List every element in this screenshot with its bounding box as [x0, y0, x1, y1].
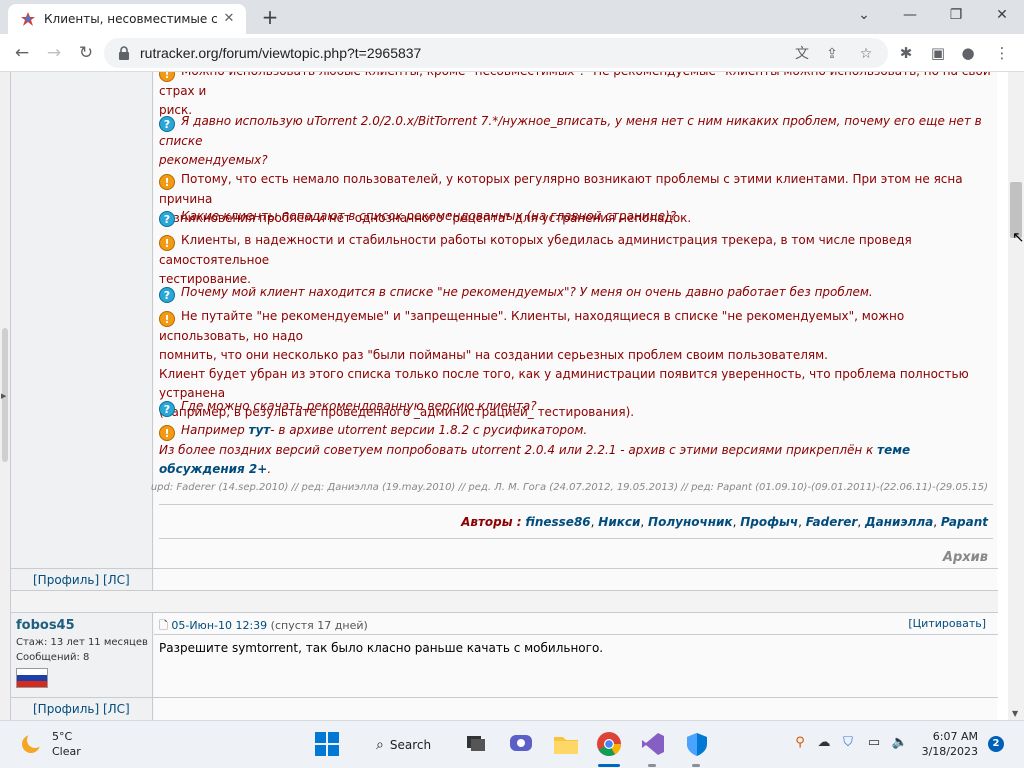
author-column	[11, 72, 153, 590]
share-icon[interactable]: ⇪	[822, 44, 842, 64]
author-link[interactable]: finesse86	[525, 515, 590, 529]
menu-kebab-icon[interactable]: ⋮	[992, 43, 1012, 63]
warning-icon: !	[159, 72, 175, 82]
faq-item-4: ? Где можно скачать рекомендованную верси…	[159, 399, 911, 476]
search-tray-icon[interactable]: ⚲	[790, 735, 810, 750]
clock-time: 6:07 AM	[932, 730, 978, 743]
chrome-icon[interactable]	[596, 731, 624, 759]
notification-badge[interactable]: 2	[988, 736, 1004, 752]
faq-item-2: ? Какие клиенты попадают в список рекомен…	[159, 209, 912, 286]
visual-studio-icon[interactable]	[640, 731, 668, 759]
profile-avatar-icon[interactable]: ●	[958, 43, 978, 63]
forward-arrow-icon[interactable]: →	[42, 41, 66, 65]
weather-temp: 5°C	[52, 730, 73, 743]
chat-icon[interactable]	[508, 731, 536, 759]
weather-widget[interactable]: 5°C Clear	[20, 729, 81, 759]
archive-label: Архив	[942, 550, 988, 565]
post-text: Разрешите symtorrent, так было класно ра…	[159, 641, 604, 655]
question-icon: ?	[159, 211, 175, 227]
author-link[interactable]: Даниэлла	[865, 515, 933, 529]
clock[interactable]: 6:07 AM 3/18/2023	[920, 729, 978, 759]
user-stazh: Стаж: 13 лет 11 месяцев	[16, 637, 148, 648]
scroll-down-arrow-icon[interactable]: ▼	[1012, 709, 1018, 718]
edit-history: upd: Faderer (14.sep.2010) // ред: Даниэ…	[150, 482, 988, 493]
expand-arrow-icon[interactable]: ▶	[1, 392, 6, 400]
warning-icon: !	[159, 311, 175, 327]
forum-table: !Можно использовать любые клиенты, кроме…	[10, 72, 998, 720]
minimize-icon[interactable]: —	[888, 4, 932, 28]
author-link[interactable]: Faderer	[806, 515, 858, 529]
new-tab-button[interactable]: +	[258, 6, 282, 30]
security-tray-icon[interactable]: ⛉	[838, 735, 858, 750]
app-indicator	[648, 764, 656, 767]
author-link[interactable]: Профыч	[740, 515, 798, 529]
weather-condition: Clear	[52, 745, 81, 758]
address-bar[interactable]: rutracker.org/forum/viewtopic.php?t=2965…	[104, 38, 888, 68]
browser-toolbar: ← → ↻ rutracker.org/forum/viewtopic.php?…	[0, 34, 1024, 72]
row-separator	[154, 634, 998, 635]
reload-icon[interactable]: ↻	[74, 41, 98, 65]
row-separator	[11, 697, 998, 698]
post-username[interactable]: fobos45	[16, 618, 75, 633]
post-date-link[interactable]: 05-Июн-10 12:39	[171, 619, 267, 632]
volume-icon[interactable]: 🔈	[890, 735, 910, 750]
restore-icon[interactable]: ❐	[934, 4, 978, 28]
author-link[interactable]: Никси	[598, 515, 640, 529]
question-icon: ?	[159, 401, 175, 417]
divider	[159, 504, 993, 505]
tab-search-chevron-icon[interactable]: ⌄	[842, 4, 886, 28]
quote-button[interactable]: [Цитировать]	[908, 617, 986, 630]
file-explorer-icon[interactable]	[552, 731, 580, 759]
clock-date: 3/18/2023	[921, 745, 978, 758]
tab-title: Клиенты, несовместимые с тре...	[44, 12, 220, 26]
left-edge-panel: ▶	[0, 72, 10, 720]
warning-icon: !	[159, 235, 175, 251]
lock-icon	[118, 46, 130, 60]
profile-links[interactable]: [Профиль] [ЛС]	[33, 573, 130, 587]
user-messages: Сообщений: 8	[16, 652, 90, 663]
extensions-puzzle-icon[interactable]: ✱	[896, 43, 916, 63]
tab-close-icon[interactable]: ✕	[220, 10, 238, 28]
rutracker-favicon-icon	[20, 11, 36, 27]
authors-line: Авторы : finesse86, Никси, Полуночник, П…	[461, 515, 988, 529]
app-indicator	[692, 764, 700, 767]
authors-label: Авторы :	[461, 515, 522, 529]
mouse-cursor-icon: ↖	[1012, 228, 1024, 246]
browser-tab[interactable]: Клиенты, несовместимые с тре... ✕	[8, 4, 246, 34]
row-separator	[11, 568, 998, 569]
onedrive-icon[interactable]: ☁	[814, 735, 834, 750]
translate-icon[interactable]: 文	[792, 44, 812, 64]
question-icon: ?	[159, 116, 175, 132]
warning-icon: !	[159, 425, 175, 441]
warning-icon: !	[159, 174, 175, 190]
active-app-indicator	[598, 764, 620, 767]
window-close-icon[interactable]: ✕	[980, 4, 1024, 28]
post-document-icon[interactable]: 🗋	[159, 619, 168, 632]
page-viewport: ▶ !Можно использовать любые клиенты, кро…	[0, 72, 1008, 720]
side-panel-icon[interactable]: ▣	[928, 43, 948, 63]
bookmark-star-icon[interactable]: ☆	[856, 44, 876, 64]
back-arrow-icon[interactable]: ←	[10, 41, 34, 65]
vertical-scrollbar[interactable]: ▼	[1008, 72, 1024, 720]
windows-start-icon[interactable]	[314, 731, 342, 759]
question-icon: ?	[159, 287, 175, 303]
defender-shield-icon[interactable]	[684, 731, 712, 759]
author-link[interactable]: Полуночник	[648, 515, 733, 529]
post-age: (спустя 17 дней)	[270, 619, 368, 632]
link-here[interactable]: тут	[249, 423, 271, 437]
task-view-icon[interactable]	[464, 731, 492, 759]
taskbar-search[interactable]: ⌕ Search	[362, 731, 448, 759]
url-text: rutracker.org/forum/viewtopic.php?t=2965…	[140, 45, 422, 61]
tab-strip: Клиенты, несовместимые с тре... ✕ + ⌄ — …	[0, 0, 1024, 34]
monitor-tray-icon[interactable]: ▭	[864, 735, 884, 750]
search-label: Search	[389, 738, 432, 752]
profile-links[interactable]: [Профиль] [ЛС]	[33, 702, 130, 716]
divider	[159, 538, 993, 539]
search-icon: ⌕	[376, 737, 384, 753]
post-gap	[11, 591, 998, 613]
russia-flag-icon	[16, 668, 48, 688]
author-link[interactable]: Papant	[941, 515, 988, 529]
moon-icon	[20, 732, 43, 755]
taskbar: 5°C Clear ⌕ Search ⚲ ☁ ⛉ ▭ 🔈 6:07 AM 3/1…	[0, 720, 1024, 768]
